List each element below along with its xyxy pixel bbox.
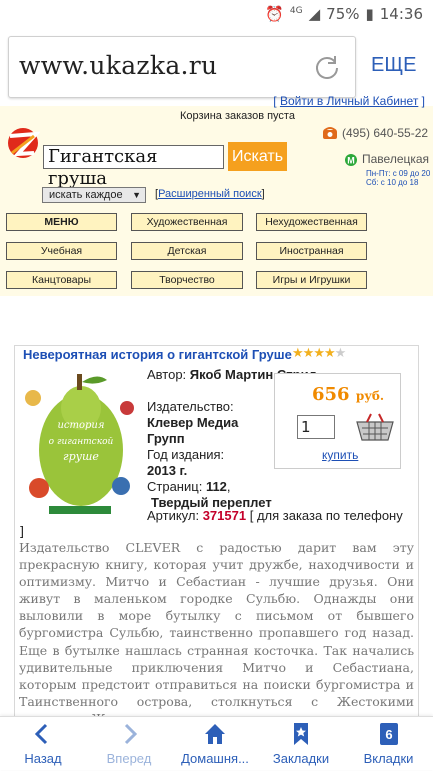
menu-item-menu[interactable]: МЕНЮ: [6, 213, 117, 231]
metro-icon: M: [345, 154, 357, 166]
price-value: 656: [312, 384, 350, 405]
advanced-search-link[interactable]: Расширенный поиск: [158, 188, 262, 200]
menu-item-children[interactable]: Детская: [131, 242, 243, 260]
article-note: [ для заказа по телефону: [249, 508, 403, 523]
bottom-navigation: Назад Вперед Домашня... Закладки 6 Вклад…: [0, 716, 433, 770]
price-currency: руб.: [355, 389, 385, 403]
bookmark-icon: [294, 723, 308, 745]
hours-weekend: Сб: с 10 до 18: [366, 178, 419, 187]
rating-stars: ★★★★★: [292, 346, 347, 361]
cart-status: Корзина заказов пуста: [180, 110, 295, 122]
tabs-label: Вкладки: [363, 751, 414, 766]
star-half-icon: ★: [334, 346, 347, 361]
login-link[interactable]: Войти в Личный Кабинет: [280, 94, 418, 108]
menu-item-foreign[interactable]: Иностранная: [256, 242, 367, 260]
menu-item-stationery[interactable]: Канцтовары: [6, 271, 117, 289]
author-label: Автор:: [147, 367, 187, 382]
article-line: Артикул: 371571 [ для заказа по телефону: [147, 508, 403, 523]
back-label: Назад: [24, 751, 62, 766]
bookmarks-button[interactable]: Закладки: [258, 717, 344, 771]
year-label: Год издания:: [147, 447, 225, 462]
star-icon: ★: [313, 346, 325, 361]
more-button[interactable]: ЕЩЕ: [371, 54, 416, 77]
pages-label: Страниц:: [147, 479, 203, 494]
clock: 14:36: [379, 5, 423, 23]
back-button[interactable]: Назад: [0, 717, 86, 771]
battery-icon: ▮: [365, 5, 374, 23]
buy-link[interactable]: купить: [322, 448, 358, 462]
hours-weekdays: Пн-Пт: с 09 до 20: [366, 169, 431, 178]
menu-item-education[interactable]: Учебная: [6, 242, 117, 260]
search-button[interactable]: Искать: [228, 142, 287, 171]
bookmarks-label: Закладки: [272, 751, 330, 766]
tabs-icon: 6: [379, 723, 398, 745]
phone-icon: [323, 127, 337, 139]
buy-box: 656 руб. 1 купить: [274, 373, 401, 469]
alarm-icon: ⏰: [265, 5, 284, 23]
pages-line: Страниц: 112,: [147, 479, 231, 494]
phone-number: (495) 640-55-22: [342, 126, 429, 140]
star-icon: ★: [323, 346, 336, 361]
pages-value: 112: [205, 479, 227, 494]
tabs-button[interactable]: 6 Вкладки: [344, 717, 433, 771]
home-button[interactable]: Домашня...: [172, 717, 258, 771]
menu-item-nonfiction[interactable]: Нехудожественная: [256, 213, 367, 231]
svg-text:история: история: [57, 420, 104, 431]
address-bar[interactable]: www.ukazka.ru: [8, 36, 356, 98]
status-bar: ⏰ 4G ◢ 75% ▮ 14:36: [0, 0, 433, 28]
svg-text:о гигантской: о гигантской: [49, 437, 114, 447]
product-title[interactable]: Невероятная история о гигантской Груше: [23, 347, 292, 362]
book-cover-image[interactable]: история о гигантской груше: [19, 368, 141, 518]
search-mode-select[interactable]: искать каждое ▼: [42, 187, 146, 203]
metro-station: Павелецкая: [362, 152, 430, 166]
login-link-wrapper: [ Войти в Личный Кабинет ]: [273, 94, 425, 108]
site-header: [ Войти в Личный Кабинет ] Корзина заказ…: [0, 94, 433, 296]
search-input[interactable]: Гигантская груша: [43, 145, 224, 189]
signal-icon: ◢: [308, 5, 321, 23]
chevron-down-icon: ▼: [132, 190, 141, 200]
tab-count: 6: [385, 727, 392, 742]
home-icon: [205, 724, 225, 744]
publisher-label: Издательство:: [147, 399, 234, 414]
network-label: 4G: [289, 6, 303, 16]
publisher-name[interactable]: Клевер Медиа Групп: [147, 415, 267, 447]
forward-label: Вперед: [106, 751, 152, 766]
article-label: Артикул:: [147, 508, 200, 523]
article-note-close: ]: [19, 525, 25, 540]
star-icon: ★: [302, 346, 315, 361]
price: 656 руб.: [312, 384, 384, 405]
menu-item-creativity[interactable]: Творчество: [131, 271, 243, 289]
menu-item-fiction[interactable]: Художественная: [131, 213, 243, 231]
advanced-search-wrapper: [Расширенный поиск]: [155, 188, 265, 200]
product-card: Невероятная история о гигантской Груше ★…: [14, 345, 419, 726]
star-icon: ★: [292, 346, 304, 361]
article-number: 371571: [202, 508, 247, 523]
forward-arrow-icon: [124, 723, 138, 745]
search-mode-value: искать каждое: [49, 189, 123, 201]
forward-button[interactable]: Вперед: [86, 717, 172, 771]
svg-text:груше: груше: [63, 450, 99, 463]
url-text[interactable]: www.ukazka.ru: [19, 51, 217, 80]
svg-text:M: M: [347, 156, 355, 166]
battery-label: 75%: [326, 5, 360, 23]
site-logo[interactable]: [6, 126, 40, 160]
basket-icon[interactable]: [355, 412, 395, 442]
year-value: 2013 г.: [147, 463, 188, 478]
menu-item-games[interactable]: Игры и Игрушки: [256, 271, 367, 289]
quantity-input[interactable]: 1: [297, 415, 335, 439]
reload-icon[interactable]: [313, 53, 341, 81]
home-label: Домашня...: [181, 751, 249, 766]
product-description: Издательство CLEVER с радостью дарит вам…: [19, 540, 414, 726]
back-arrow-icon: [34, 723, 48, 745]
